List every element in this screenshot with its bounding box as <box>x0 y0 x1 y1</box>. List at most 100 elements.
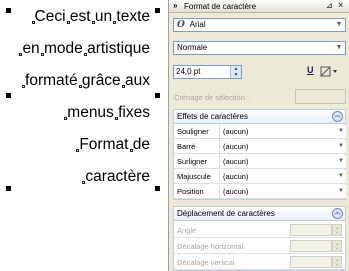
artistic-text-word: formaté <box>22 72 78 90</box>
effect-row: Surligner (aucun) ▼ <box>174 155 346 169</box>
font-style-combo[interactable]: Normale ▼ <box>173 41 346 55</box>
chevron-down-icon[interactable]: ▼ <box>336 155 346 168</box>
font-size-value: 24,0 pt <box>176 67 201 76</box>
effect-value-select[interactable]: (aucun) ▼ <box>219 155 346 168</box>
shift-section-header[interactable]: Déplacement de caractères ︽ <box>174 207 345 221</box>
effect-value: (aucun) <box>223 142 249 151</box>
artistic-text-line: formaté grâce aux <box>22 72 150 90</box>
artistic-text-word: grâce <box>78 72 121 90</box>
effect-value: (aucun) <box>223 187 249 196</box>
artistic-text-word: mode <box>41 40 83 58</box>
artistic-text-word: fixes <box>115 104 150 122</box>
effect-value-select[interactable]: (aucun) ▼ <box>219 185 346 198</box>
effect-value-select[interactable]: (aucun) ▼ <box>219 140 346 153</box>
selection-handle-middle-right[interactable] <box>155 93 160 98</box>
character-node-marker[interactable] <box>84 53 88 56</box>
strikethrough-options-icon[interactable] <box>320 66 338 79</box>
artistic-text-line: en mode artistique <box>19 40 150 58</box>
selection-handle-bottom-left[interactable] <box>6 186 11 191</box>
character-node-marker[interactable] <box>115 117 119 120</box>
artistic-text-word: un <box>91 8 112 26</box>
artistic-text-word: est <box>66 8 91 26</box>
shift-value-field <box>290 240 332 252</box>
docker-collapse-icon[interactable]: » <box>173 1 177 10</box>
artistic-text-line: caractère <box>82 168 150 186</box>
artistic-text-word: artistique <box>84 40 150 58</box>
selection-handle-bottom-right[interactable] <box>155 186 160 191</box>
character-node-marker[interactable] <box>91 21 95 24</box>
opentype-font-icon: O <box>177 20 185 30</box>
chevron-up-icon[interactable]: ︽ <box>332 111 343 122</box>
artistic-text-word: aux <box>122 72 150 90</box>
chevron-down-icon[interactable]: ▼ <box>336 140 346 153</box>
spinner-arrows-icon: ▲ ▼ <box>332 240 342 252</box>
selection-handle-top-left[interactable] <box>6 8 11 13</box>
character-node-marker[interactable] <box>113 21 117 24</box>
artistic-text-line: Ceci est un texte <box>31 8 150 26</box>
artistic-text-word: menus <box>64 104 114 122</box>
character-format-docker: » Format de caractère ⊿ × O Arial ▼ Norm… <box>168 0 349 271</box>
shift-label: Angle <box>177 226 197 235</box>
character-node-marker[interactable] <box>22 85 26 88</box>
spinner-arrows-icon: ▲ ▼ <box>332 256 342 268</box>
shift-row: Décalage vertical ▲ ▼ <box>174 255 345 270</box>
character-shift-section: Déplacement de caractères ︽ Angle ▲ ▼ Décal… <box>173 206 346 271</box>
shift-value-field <box>290 224 332 236</box>
kerning-field <box>295 89 346 104</box>
effects-section: Effets de caractères ︽ Souligner (aucun) ▼… <box>173 109 346 200</box>
selection-handle-middle-left[interactable] <box>6 93 11 98</box>
effect-label: Surligner <box>177 157 208 166</box>
spinner-arrows-icon[interactable]: ▲ ▼ <box>230 66 241 78</box>
artistic-text-word: de <box>129 136 150 154</box>
character-node-marker[interactable] <box>19 53 23 56</box>
character-node-marker[interactable] <box>122 85 125 88</box>
character-node-marker[interactable] <box>31 21 35 24</box>
effect-label: Souligner <box>177 127 209 136</box>
chevron-down-icon[interactable]: ▼ <box>336 185 346 198</box>
artistic-text-line: Format de <box>76 136 150 154</box>
effect-label: Barré <box>177 142 196 151</box>
effect-value-select[interactable]: (aucun) ▼ <box>219 125 346 138</box>
effect-label: Position <box>177 187 204 196</box>
docker-close-icon[interactable]: × <box>338 0 343 10</box>
docker-title: Format de caractère <box>184 2 257 11</box>
chevron-down-icon[interactable]: ▼ <box>333 19 345 31</box>
effect-value: (aucun) <box>223 127 249 136</box>
artistic-text-word: texte <box>113 8 150 26</box>
effect-value: (aucun) <box>223 157 249 166</box>
chevron-down-icon[interactable]: ▼ <box>336 170 346 183</box>
font-name-combo[interactable]: O Arial ▼ <box>173 18 346 32</box>
font-name-value: Arial <box>189 20 206 29</box>
chevron-up-icon[interactable]: ︽ <box>332 208 343 219</box>
effects-section-header[interactable]: Effets de caractères ︽ <box>174 110 345 124</box>
effect-value-select[interactable]: (aucun) ▼ <box>219 170 346 183</box>
character-node-marker[interactable] <box>129 149 133 152</box>
shift-label: Décalage vertical <box>177 258 235 267</box>
artistic-text-line: menus fixes <box>64 104 150 122</box>
shift-row: Décalage horizontal ▲ ▼ <box>174 239 345 254</box>
character-node-marker[interactable] <box>41 53 44 56</box>
docker-pin-icon[interactable]: ⊿ <box>326 1 333 10</box>
shift-section-title: Déplacement de caractères <box>177 209 275 218</box>
character-node-marker[interactable] <box>66 21 70 24</box>
font-size-field[interactable]: 24,0 pt ▲ ▼ <box>173 65 242 79</box>
underline-icon[interactable]: U <box>307 65 314 75</box>
artistic-text-canvas[interactable]: Ceci est un texte en mode artistique forma… <box>0 0 168 271</box>
font-style-value: Normale <box>177 43 208 52</box>
docker-titlebar[interactable]: » Format de caractère ⊿ × <box>169 0 349 13</box>
character-node-marker[interactable] <box>76 149 80 152</box>
artistic-text-word: caractère <box>82 168 150 186</box>
chevron-down-icon[interactable]: ▼ <box>333 42 345 54</box>
effect-row: Position (aucun) ▼ <box>174 185 346 199</box>
kerning-label: Crénage de sélection : <box>174 93 250 102</box>
character-node-marker[interactable] <box>78 85 82 88</box>
character-node-marker[interactable] <box>64 117 68 120</box>
shift-label: Décalage horizontal <box>177 242 244 251</box>
spinner-arrows-icon: ▲ ▼ <box>332 224 342 236</box>
effect-row: Barré (aucun) ▼ <box>174 140 346 154</box>
selection-handle-top-right[interactable] <box>155 8 160 13</box>
chevron-down-icon[interactable]: ▼ <box>336 125 346 138</box>
effects-section-title: Effets de caractères <box>177 112 248 121</box>
effect-row: Majuscule (aucun) ▼ <box>174 170 346 184</box>
character-node-marker[interactable] <box>82 181 86 184</box>
